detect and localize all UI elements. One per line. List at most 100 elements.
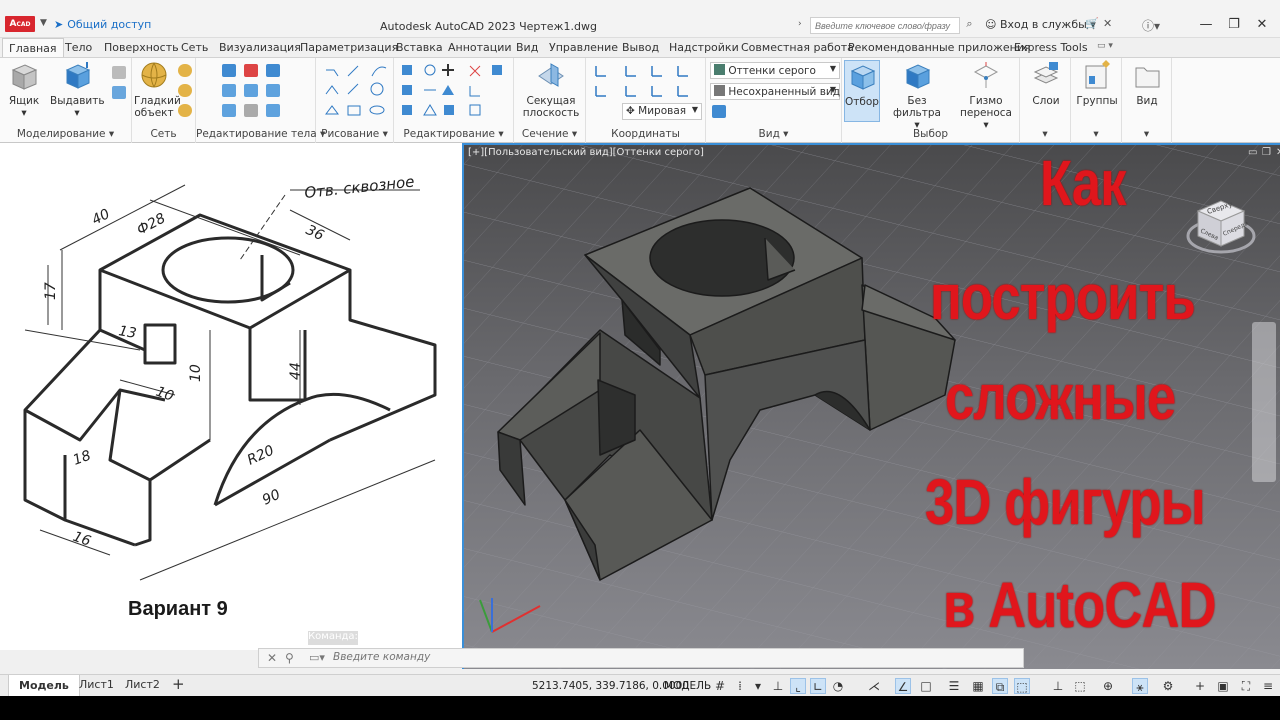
visual-style-combo[interactable]: Оттенки серого ▼ bbox=[710, 62, 840, 79]
cart-icon[interactable]: 🛒 bbox=[1085, 17, 1099, 30]
separate-icon[interactable] bbox=[266, 104, 280, 117]
close-button[interactable]: ✕ bbox=[1250, 15, 1274, 35]
ribbon-toggle-icon[interactable]: ▭ ▾ bbox=[1097, 41, 1113, 51]
ucs-combo[interactable]: ✥ Мировая ▼ bbox=[622, 103, 702, 120]
add-layout-icon[interactable]: + bbox=[172, 675, 185, 693]
mesh-smooth-less-icon[interactable] bbox=[178, 84, 192, 97]
tab-visualize[interactable]: Визуализация bbox=[219, 41, 301, 54]
mesh-smooth-more-icon[interactable] bbox=[178, 64, 192, 77]
panel-view-title[interactable]: Вид ▾ bbox=[706, 128, 841, 140]
tab-output[interactable]: Вывод bbox=[622, 41, 659, 54]
object-snap-tracking-icon[interactable]: ∠ bbox=[895, 678, 911, 694]
layers-button[interactable]: Слои bbox=[1024, 60, 1068, 107]
annotation-visibility-icon[interactable]: ⚹ bbox=[1132, 678, 1148, 694]
tab-surface[interactable]: Поверхность bbox=[104, 41, 179, 54]
tab-model[interactable]: Модель bbox=[8, 675, 80, 697]
named-view-combo[interactable]: Несохраненный вид ▼ bbox=[710, 83, 840, 100]
workspace-gear-icon[interactable]: ⚙ bbox=[1160, 678, 1176, 694]
tab-featured-apps[interactable]: Рекомендованные приложения bbox=[848, 41, 1031, 54]
viewport-controls-label[interactable]: [+][Пользовательский вид][Оттенки серого… bbox=[468, 147, 704, 158]
command-input[interactable] bbox=[333, 651, 933, 663]
panel-selection-title[interactable]: Выбор bbox=[842, 128, 1019, 140]
3d-osnap-icon[interactable]: ⬚ bbox=[1014, 678, 1030, 694]
selection-cycling-icon[interactable]: ⧉ bbox=[992, 678, 1008, 694]
tab-layout1[interactable]: Лист1 bbox=[79, 678, 114, 691]
tab-manage[interactable]: Управление bbox=[549, 41, 618, 54]
interfere-icon[interactable] bbox=[222, 104, 236, 117]
dynamic-input-icon[interactable]: ⌞ bbox=[790, 678, 806, 694]
share-button[interactable]: ➤ Общий доступ bbox=[54, 18, 151, 31]
box-button[interactable]: Ящик ▾ bbox=[6, 60, 42, 119]
viewport-restore-icon[interactable]: ❐ bbox=[1262, 147, 1271, 158]
viewcube[interactable]: Сверху Слева Спереди bbox=[1186, 186, 1256, 276]
command-prompt-icon[interactable]: ▭▾ bbox=[309, 651, 325, 664]
app-menu-button[interactable]: ACAD bbox=[5, 16, 35, 32]
panel-groups-expand-icon[interactable]: ▾ bbox=[1071, 128, 1121, 140]
transparency-icon[interactable]: ▦ bbox=[970, 678, 986, 694]
section-plane-button[interactable]: Секущая плоскость bbox=[520, 60, 582, 119]
viewport-config-icon[interactable] bbox=[712, 105, 726, 118]
viewport-close-icon[interactable]: ✕ bbox=[1276, 147, 1280, 158]
groups-button[interactable]: Группы bbox=[1075, 60, 1119, 107]
shell-icon[interactable] bbox=[244, 84, 258, 97]
tab-addins[interactable]: Надстройки bbox=[669, 41, 739, 54]
view-button[interactable]: Вид bbox=[1126, 60, 1168, 107]
help-icon[interactable]: ⓘ▾ bbox=[1142, 17, 1160, 34]
close-command-icon[interactable]: ✕ bbox=[267, 651, 277, 665]
panel-view-expand-icon[interactable]: ▾ bbox=[1122, 128, 1171, 140]
infer-constraints-icon[interactable]: ⊥ bbox=[770, 678, 786, 694]
tab-parametric[interactable]: Параметризация bbox=[300, 41, 398, 54]
snap-dropdown-icon[interactable]: ▾ bbox=[750, 678, 766, 694]
isodraft-icon[interactable]: ⋌ bbox=[866, 678, 882, 694]
intersect-icon[interactable] bbox=[266, 64, 280, 77]
viewport-minimize-icon[interactable]: ▭ bbox=[1248, 147, 1257, 158]
tab-express-tools[interactable]: Express Tools bbox=[1014, 41, 1088, 54]
tab-collaborate[interactable]: Совместная работа bbox=[741, 41, 854, 54]
gizmo-button[interactable]: Гизмо переноса ▾ bbox=[956, 60, 1016, 131]
minimize-button[interactable]: — bbox=[1194, 15, 1218, 35]
lineweight-icon[interactable]: ☰ bbox=[946, 678, 962, 694]
search-icon[interactable]: ⌕ bbox=[961, 17, 978, 34]
exchange-icon[interactable]: ✕ bbox=[1103, 17, 1112, 30]
panel-draw-title[interactable]: Рисование ▾ bbox=[316, 128, 393, 140]
taper-faces-icon[interactable] bbox=[244, 104, 258, 117]
smooth-object-button[interactable]: Гладкий объект bbox=[134, 60, 181, 119]
presspull-icon[interactable] bbox=[112, 86, 126, 99]
panel-mesh-title[interactable]: Сеть bbox=[132, 128, 195, 140]
tab-solid[interactable]: Тело bbox=[65, 41, 92, 54]
isolate-objects-icon[interactable]: ▣ bbox=[1215, 678, 1231, 694]
customization-icon[interactable]: ≡ bbox=[1260, 678, 1276, 694]
model-space-button[interactable]: МОДЕЛЬ bbox=[664, 680, 711, 692]
search-input[interactable] bbox=[810, 17, 960, 34]
dynamic-ucs-icon[interactable]: ⊥ bbox=[1050, 678, 1066, 694]
panel-modeling-title[interactable]: Моделирование ▾ bbox=[0, 128, 131, 140]
plus-icon[interactable]: + bbox=[1192, 678, 1208, 694]
ortho-icon[interactable]: ∟ bbox=[810, 678, 826, 694]
panel-modify-title[interactable]: Редактирование ▾ bbox=[394, 128, 513, 140]
culling-button[interactable]: Отбор bbox=[844, 60, 880, 122]
quick-access-dropdown-icon[interactable]: ▼ bbox=[40, 18, 47, 28]
union-icon[interactable] bbox=[222, 64, 236, 77]
panel-layers-expand-icon[interactable]: ▾ bbox=[1020, 128, 1070, 140]
mesh-refine-icon[interactable] bbox=[178, 104, 192, 117]
panel-solid-edit-title[interactable]: Редактирование тела ▾ bbox=[196, 128, 325, 140]
tab-annotate[interactable]: Аннотации bbox=[448, 41, 512, 54]
customize-command-icon[interactable]: ⚲ bbox=[285, 651, 294, 665]
signin-button[interactable]: ☺ Вход в службы ▾ bbox=[985, 18, 1096, 31]
tab-layout2[interactable]: Лист2 bbox=[125, 678, 160, 691]
no-filter-button[interactable]: Без фильтра ▾ bbox=[886, 60, 948, 131]
tab-home[interactable]: Главная bbox=[2, 38, 64, 58]
clean-screen-icon[interactable]: ⛶ bbox=[1238, 678, 1254, 694]
object-snap-icon[interactable]: □ bbox=[918, 678, 934, 694]
restore-button[interactable]: ❐ bbox=[1222, 15, 1246, 35]
panel-section-title[interactable]: Сечение ▾ bbox=[514, 128, 585, 140]
snap-icon[interactable]: ⁞ bbox=[732, 678, 748, 694]
gizmo-status-icon[interactable]: ⊕ bbox=[1100, 678, 1116, 694]
search-expand-icon[interactable]: › bbox=[798, 19, 802, 29]
panel-coordinates-title[interactable]: Координаты bbox=[586, 128, 705, 140]
grid-icon[interactable]: # bbox=[712, 678, 728, 694]
smooth-mesh-icon[interactable] bbox=[112, 66, 126, 79]
extract-edges-icon[interactable] bbox=[266, 84, 280, 97]
selection-filter-icon[interactable]: ⬚ bbox=[1072, 678, 1088, 694]
tab-insert[interactable]: Вставка bbox=[396, 41, 443, 54]
